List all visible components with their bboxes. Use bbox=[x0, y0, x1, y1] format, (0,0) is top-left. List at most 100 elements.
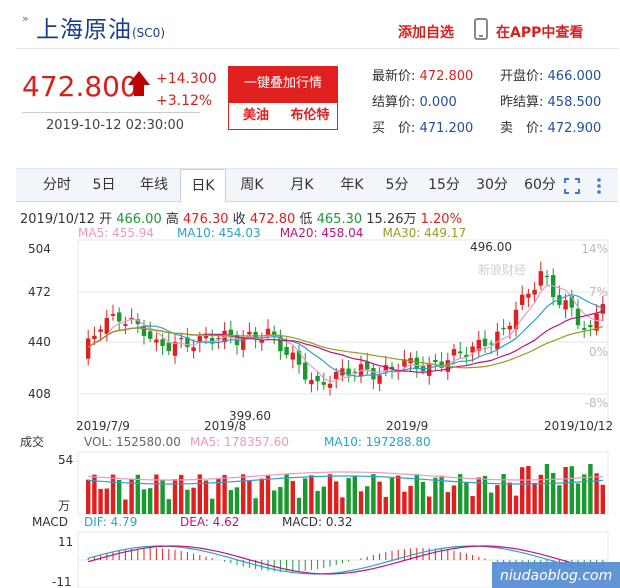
date-label-0: 2019/7/9 bbox=[76, 419, 130, 433]
vol-axis-top: 54 bbox=[58, 453, 73, 467]
candle-body bbox=[110, 314, 116, 316]
volume-bar bbox=[253, 498, 258, 514]
volume-bar bbox=[110, 474, 116, 514]
volume-bar bbox=[197, 474, 202, 514]
volume-bar bbox=[358, 491, 364, 514]
volume-bar bbox=[569, 466, 574, 514]
corner-watermark: niudaoblog.com bbox=[500, 568, 612, 584]
volume-bar bbox=[377, 481, 382, 514]
volume-bar bbox=[513, 495, 519, 514]
volume-bar bbox=[203, 480, 209, 514]
volume-bar bbox=[427, 496, 432, 514]
candle-body bbox=[86, 338, 91, 359]
volume-bar bbox=[365, 486, 370, 514]
volume-bar bbox=[396, 475, 401, 514]
volume-bar bbox=[445, 492, 450, 514]
macd-dif: DIF: 4.79 bbox=[84, 515, 137, 529]
volume-bar bbox=[439, 475, 444, 514]
low-annotation: 399.60 bbox=[229, 409, 271, 423]
candle-body bbox=[544, 275, 550, 278]
macd-dea: DEA: 4.62 bbox=[180, 515, 239, 529]
candle-body bbox=[371, 368, 376, 380]
volume-bar bbox=[433, 477, 438, 514]
macd-title: MACD bbox=[32, 515, 68, 529]
candle-body bbox=[104, 318, 109, 335]
vol-ma5: MA5: 178357.60 bbox=[190, 435, 289, 449]
candle-body bbox=[265, 328, 271, 336]
candle-body bbox=[377, 375, 382, 384]
volume-bar bbox=[352, 475, 357, 514]
candle-body bbox=[309, 379, 314, 385]
pct-label-7: 7% bbox=[589, 285, 608, 299]
candle-body bbox=[582, 328, 587, 330]
volume-bar bbox=[303, 478, 308, 514]
volume-bar bbox=[582, 474, 587, 514]
candle-body bbox=[526, 293, 531, 298]
volume-bar bbox=[160, 480, 165, 514]
volume-bar bbox=[420, 481, 426, 514]
volume-bar bbox=[538, 474, 543, 514]
high-annotation: 496.00 bbox=[470, 240, 512, 254]
candle-body bbox=[303, 362, 308, 380]
candle-body bbox=[123, 324, 128, 326]
sina-watermark: 新浪财经 bbox=[478, 262, 526, 277]
candle-body bbox=[166, 342, 171, 352]
candle-body bbox=[352, 371, 357, 373]
candle-body bbox=[154, 339, 159, 343]
volume-title: 成交 bbox=[20, 434, 44, 449]
volume-bar bbox=[135, 474, 140, 514]
volume-bar bbox=[563, 467, 568, 514]
volume-bar bbox=[371, 474, 376, 514]
volume-bar bbox=[228, 490, 233, 514]
volume-bar bbox=[222, 475, 227, 514]
volume-bar bbox=[123, 499, 128, 514]
vol-axis-unit: 万 bbox=[58, 499, 70, 513]
candle-body bbox=[296, 350, 302, 365]
kline-chart[interactable]: 504 472 440 408 14% 7% 0% -8% 2019/7/9 2… bbox=[0, 0, 620, 588]
volume-bar bbox=[272, 490, 277, 514]
volume-bar bbox=[309, 475, 314, 514]
volume-bar bbox=[290, 481, 295, 514]
candle-body bbox=[148, 331, 153, 339]
volume-bar bbox=[241, 474, 246, 514]
candle-body bbox=[179, 338, 184, 340]
vol-ma10: MA10: 197288.80 bbox=[324, 435, 431, 449]
volume-bar bbox=[575, 483, 581, 514]
volume-bar bbox=[104, 488, 109, 514]
volume-bar bbox=[166, 499, 171, 514]
price-label-472: 472 bbox=[28, 285, 51, 299]
vol-value: VOL: 152580.00 bbox=[84, 435, 181, 449]
volume-bar bbox=[520, 467, 525, 514]
volume-bar bbox=[526, 466, 531, 514]
volume-bar bbox=[414, 474, 419, 514]
ma-line bbox=[87, 284, 603, 383]
candle-body bbox=[520, 294, 525, 305]
macd-axis-bottom: -11 bbox=[52, 575, 72, 588]
volume-bar bbox=[557, 485, 562, 514]
candle-body bbox=[327, 383, 333, 388]
price-label-408: 408 bbox=[28, 387, 51, 401]
candle-body bbox=[284, 347, 289, 356]
volume-bar bbox=[588, 464, 593, 514]
candle-body bbox=[290, 352, 295, 360]
volume-bar bbox=[458, 474, 463, 514]
candle-body bbox=[414, 357, 419, 370]
pct-label-14: 14% bbox=[581, 242, 608, 256]
candle-body bbox=[489, 343, 494, 345]
volume-bar bbox=[408, 485, 413, 514]
candle-body bbox=[563, 300, 568, 310]
candle-body bbox=[538, 271, 543, 286]
volume-bar bbox=[327, 474, 333, 514]
volume-bar bbox=[451, 485, 457, 514]
volume-bar bbox=[284, 474, 289, 514]
volume-bar bbox=[346, 478, 351, 514]
volume-bar bbox=[600, 484, 605, 514]
candle-body bbox=[203, 336, 209, 339]
volume-bar bbox=[129, 479, 134, 514]
candle-body bbox=[315, 375, 320, 382]
candle-body bbox=[365, 361, 370, 370]
volume-bar bbox=[594, 473, 599, 514]
ma-line bbox=[87, 325, 603, 369]
volume-bar bbox=[141, 489, 147, 514]
candle-body bbox=[334, 372, 339, 379]
